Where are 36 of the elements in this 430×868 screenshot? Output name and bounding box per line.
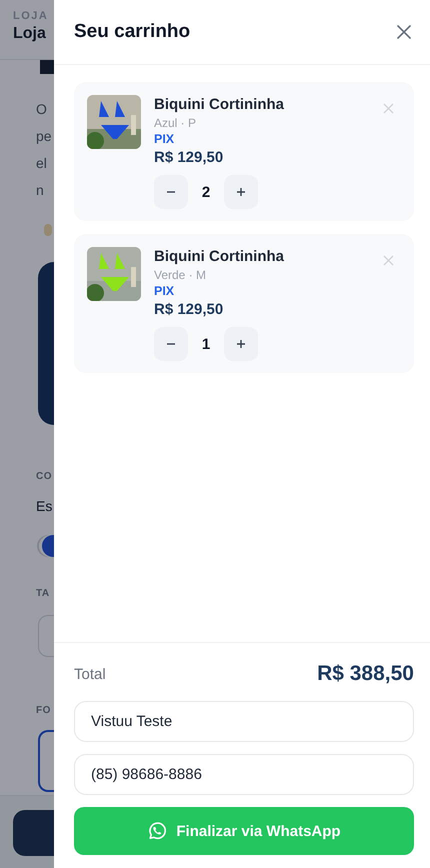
description-text: O [36,100,48,119]
increase-button[interactable] [224,175,258,209]
description-text: el [36,154,48,173]
close-icon [397,25,411,39]
add-button[interactable] [13,810,54,856]
product-variant: Azul · P [154,116,196,130]
plus-icon [236,339,246,349]
quantity-value: 1 [200,336,212,352]
product-variant: Verde · M [154,268,206,282]
product-price: R$ 129,50 [154,301,224,318]
whatsapp-icon [147,821,168,841]
close-icon [382,102,394,114]
description-text: pe [36,127,52,146]
store-name: Loja [13,25,47,43]
section-label: TA [36,588,50,599]
plus-icon [236,187,246,197]
close-icon [382,254,394,266]
payment-method: PIX [154,284,174,298]
quantity-value: 2 [200,184,212,200]
increase-button[interactable] [224,327,258,361]
color-value: Es [36,498,52,514]
name-field[interactable]: Vistuu Teste [74,701,414,742]
description-text: n [36,181,45,200]
product-name: Biquini Cortininha [154,96,284,113]
product-price: R$ 129,50 [154,149,224,166]
total-label: Total [74,666,106,682]
payment-method: PIX [154,132,174,146]
total-value: R$ 388,50 [317,662,414,686]
section-label: FO [36,705,51,716]
phone-field[interactable]: (85) 98686-8886 [74,754,414,795]
cart-title: Seu carrinho [74,21,190,43]
store-label: LOJA [13,10,50,22]
section-label: CO [36,471,52,482]
square-icon [40,60,54,74]
product-name: Biquini Cortininha [154,248,284,265]
color-swatch[interactable] [42,535,54,557]
